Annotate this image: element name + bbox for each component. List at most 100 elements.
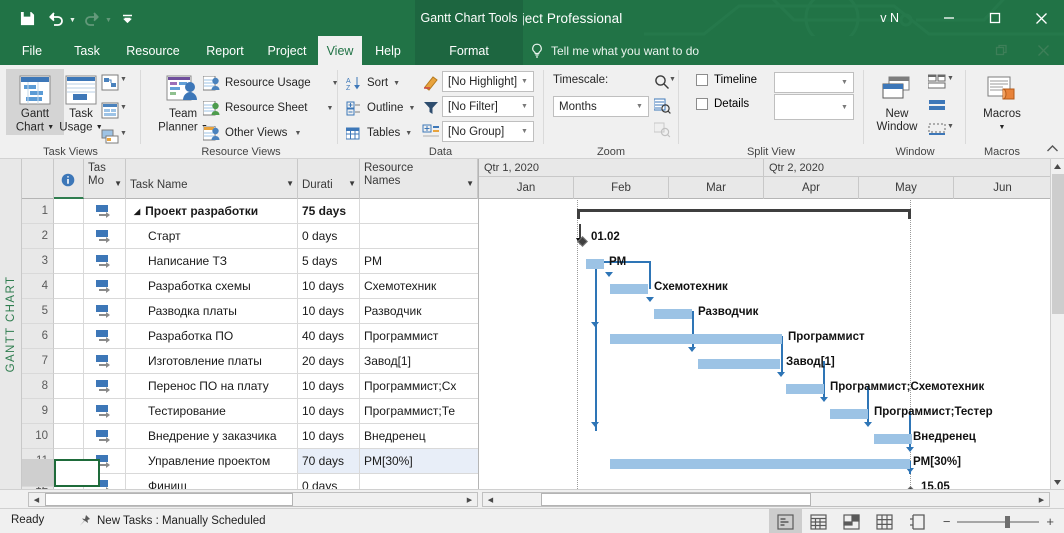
quick-access-toolbar[interactable]: ▼ ▼ xyxy=(14,0,141,36)
cell-resource-names[interactable]: Программист;Те xyxy=(360,399,478,424)
cell-duration[interactable]: 40 days xyxy=(298,324,360,349)
switch-windows-caret[interactable]: ▼ xyxy=(947,123,954,130)
outline-button[interactable]: Outline ▼ xyxy=(345,97,415,119)
gantt-chart-area[interactable]: Qtr 1, 2020 Qtr 2, 2020 Jan Feb Mar Apr … xyxy=(478,159,1050,489)
milestone-marker[interactable] xyxy=(577,234,588,247)
scroll-left-icon[interactable]: ◀ xyxy=(29,493,44,506)
details-checkbox[interactable] xyxy=(696,98,708,110)
undo-icon[interactable] xyxy=(43,5,69,31)
collapse-ribbon-icon[interactable] xyxy=(1046,144,1059,156)
gantt-chart-view-icon[interactable] xyxy=(769,509,802,533)
chevron-down-icon[interactable]: ▼ xyxy=(838,79,851,86)
cell-indicators[interactable] xyxy=(54,299,84,324)
gantt-task-bar[interactable] xyxy=(874,434,912,444)
cell-empty[interactable] xyxy=(126,459,298,487)
document-window-controls[interactable] xyxy=(980,36,1064,65)
row-number[interactable]: 9 xyxy=(22,399,54,424)
table-row[interactable]: 3 Написание ТЗ 5 days PM xyxy=(22,249,478,274)
minimize-icon[interactable] xyxy=(926,0,972,36)
zoom-control[interactable]: − + xyxy=(943,509,1054,533)
cell-duration[interactable]: 20 days xyxy=(298,349,360,374)
header-filter-caret[interactable]: ▼ xyxy=(114,179,122,188)
gantt-horizontal-scrollbar[interactable]: ◀ ▶ xyxy=(482,492,1050,507)
cell-task-mode[interactable] xyxy=(84,324,126,349)
chevron-down-icon[interactable]: ▼ xyxy=(633,103,646,110)
cell-task-name[interactable]: Перенос ПО на плату xyxy=(126,374,298,399)
cell-task-name[interactable]: Разводка платы xyxy=(126,299,298,324)
cell-resource-names[interactable]: Завод[1] xyxy=(360,349,478,374)
scroll-right-icon[interactable]: ▶ xyxy=(1034,493,1049,506)
tab-task[interactable]: Task xyxy=(62,36,112,65)
collapse-triangle-icon[interactable]: ◢ xyxy=(134,207,140,216)
status-new-tasks[interactable]: New Tasks : Manually Scheduled xyxy=(78,514,266,527)
filter-icon[interactable] xyxy=(420,96,442,118)
cell-resource-names[interactable]: Программист xyxy=(360,324,478,349)
customize-quick-access-icon[interactable] xyxy=(115,5,141,31)
cell-task-name[interactable]: Тестирование xyxy=(126,399,298,424)
header-filter-caret[interactable]: ▼ xyxy=(286,179,294,188)
cell-task-mode[interactable] xyxy=(84,274,126,299)
cell-task-mode[interactable] xyxy=(84,224,126,249)
calendar-view-caret[interactable]: ▼ xyxy=(120,104,127,111)
calendar-view-icon[interactable] xyxy=(99,99,121,121)
network-diagram-caret[interactable]: ▼ xyxy=(120,76,127,83)
close-icon[interactable] xyxy=(1018,0,1064,36)
resource-sheet-view-icon[interactable] xyxy=(868,509,901,533)
other-views-button[interactable]: Other Views ▼ xyxy=(203,122,301,144)
ribbon[interactable]: Gantt Chart ▼ Task Usage ▼ ▼ ▼ ▼ Task Vi… xyxy=(0,65,1064,159)
table-row[interactable]: 8 Перенос ПО на плату 10 days Программист;С… xyxy=(22,374,478,399)
horizontal-scrollbar-band[interactable]: ◀ ▶ ◀ ▶ xyxy=(0,489,1064,508)
chevron-down-icon[interactable]: ▼ xyxy=(518,128,531,135)
tab-help[interactable]: Help xyxy=(366,36,410,65)
row-number[interactable]: 6 xyxy=(22,324,54,349)
gantt-task-bar[interactable] xyxy=(830,409,868,419)
cell-resource-names[interactable]: Схемотехник xyxy=(360,274,478,299)
header-filter-caret[interactable]: ▼ xyxy=(348,179,356,188)
table-row[interactable]: 4 Разработка схемы 10 days Схемотехник xyxy=(22,274,478,299)
table-row[interactable]: 1 ◢ Проект разработки 75 days xyxy=(22,199,478,224)
resource-sheet-caret[interactable]: ▼ xyxy=(326,105,333,112)
cell-duration[interactable]: 10 days xyxy=(298,424,360,449)
sort-button[interactable]: AZ Sort ▼ xyxy=(345,72,400,94)
header-duration[interactable]: Durati ▼ xyxy=(298,159,360,199)
tab-view[interactable]: View xyxy=(318,36,362,65)
cell-indicators[interactable] xyxy=(54,324,84,349)
tab-resource[interactable]: Resource xyxy=(114,36,192,65)
gantt-task-bar[interactable] xyxy=(610,334,782,344)
row-number[interactable]: 7 xyxy=(22,349,54,374)
tables-button[interactable]: Tables ▼ xyxy=(345,122,412,144)
project-summary-bar[interactable] xyxy=(577,209,911,219)
other-views-caret[interactable]: ▼ xyxy=(294,130,301,137)
tab-report[interactable]: Report xyxy=(194,36,256,65)
filter-combo[interactable]: [No Filter] ▼ xyxy=(442,96,534,117)
zoom-entire-project-icon[interactable] xyxy=(651,95,673,117)
task-table[interactable]: Tas Mo ▼ Task Name ▼ Durati ▼ Resource N… xyxy=(22,159,478,499)
zoom-slider-track[interactable] xyxy=(957,515,1040,528)
cell-resource-names[interactable]: PM xyxy=(360,249,478,274)
cell-task-name[interactable]: Разработка ПО xyxy=(126,324,298,349)
new-task-row[interactable] xyxy=(22,459,478,487)
table-row[interactable]: 7 Изготовление платы 20 days Завод[1] xyxy=(22,349,478,374)
cell-indicators[interactable] xyxy=(54,274,84,299)
group-icon[interactable] xyxy=(420,121,442,143)
gantt-bars-canvas[interactable]: 01.02 PM Схемотехник Разводчик Программист За… xyxy=(479,200,1050,489)
gantt-task-bar[interactable] xyxy=(586,259,604,269)
gantt-task-bar[interactable] xyxy=(610,284,648,294)
cell-indicators[interactable] xyxy=(54,249,84,274)
new-window-button[interactable]: New Window xyxy=(869,69,925,134)
timeline-view-icon[interactable] xyxy=(99,125,121,147)
macros-button[interactable]: Macros ▼ xyxy=(973,69,1031,134)
cell-duration[interactable]: 10 days xyxy=(298,274,360,299)
timescale-combo[interactable]: Months ▼ xyxy=(553,96,649,117)
vertical-scrollbar[interactable] xyxy=(1050,159,1064,489)
tables-caret[interactable]: ▼ xyxy=(405,130,412,137)
sort-caret[interactable]: ▼ xyxy=(393,80,400,87)
table-scroll-thumb[interactable] xyxy=(45,493,293,506)
details-combo[interactable]: ▼ xyxy=(774,94,854,120)
gantt-scroll-thumb[interactable] xyxy=(541,493,811,506)
maximize-icon[interactable] xyxy=(972,0,1018,36)
row-number[interactable]: 8 xyxy=(22,374,54,399)
cell-empty[interactable] xyxy=(298,459,360,487)
cell-task-name[interactable]: Внедрение у заказчика xyxy=(126,424,298,449)
row-number[interactable]: 10 xyxy=(22,424,54,449)
